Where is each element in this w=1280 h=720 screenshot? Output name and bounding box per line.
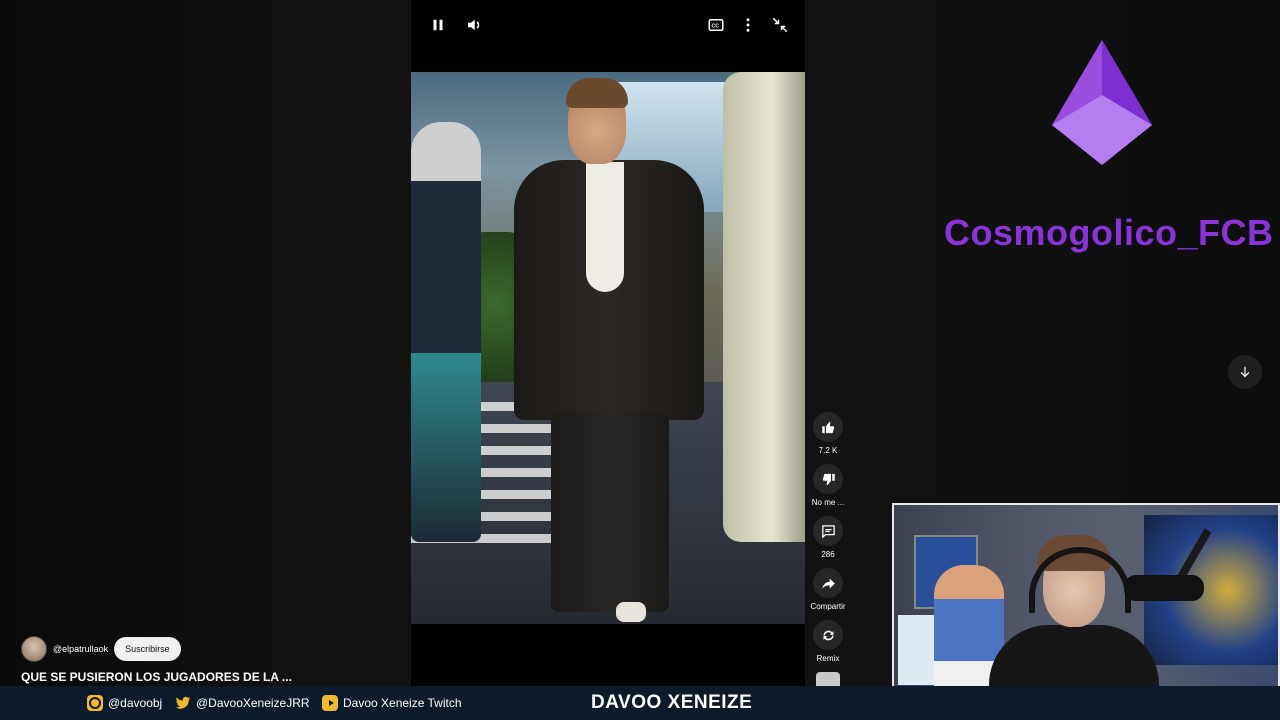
remix-action: Remix <box>808 620 848 663</box>
cosmogolico-logo-icon <box>1052 40 1152 165</box>
background-left <box>0 0 411 686</box>
twitch-group: Davoo Xeneize Twitch <box>322 686 462 720</box>
cc-icon: CC <box>708 19 724 31</box>
thumbs-up-icon <box>821 421 834 433</box>
webcam-microphone <box>1124 575 1204 601</box>
player-controls: CC <box>411 0 805 50</box>
audio-thumbnail-action <box>808 672 848 686</box>
channel-avatar[interactable] <box>21 636 47 662</box>
shorts-player[interactable]: CC <box>411 0 805 686</box>
twitter-icon <box>175 695 191 711</box>
like-action: 7.2 K <box>808 412 848 455</box>
svg-text:CC: CC <box>712 23 720 29</box>
dislike-label: No me ... <box>811 498 845 507</box>
video-van <box>723 72 805 542</box>
remix-icon <box>823 630 833 640</box>
channel-info: @elpatrullaok Suscribirse <box>21 636 181 662</box>
twitter-handle: @DavooXeneizeJRR <box>196 696 310 710</box>
more-options-button[interactable] <box>737 14 759 36</box>
comment-count: 286 <box>821 550 835 559</box>
share-label: Compartir <box>810 602 846 611</box>
share-action: Compartir <box>808 568 848 611</box>
instagram-handle: @davoobj <box>108 696 163 710</box>
exit-fullscreen-button[interactable] <box>769 14 791 36</box>
like-count: 7.2 K <box>818 446 838 455</box>
captions-button[interactable]: CC <box>705 14 727 36</box>
dislike-action: No me ... <box>808 464 848 507</box>
twitch-label: Davoo Xeneize Twitch <box>343 696 462 710</box>
share-button[interactable] <box>813 568 843 598</box>
subscribe-button[interactable]: Suscribirse <box>114 637 181 661</box>
twitter-handle-group: @DavooXeneizeJRR <box>175 686 310 720</box>
arrow-down-icon <box>1240 366 1250 378</box>
exit-fullscreen-icon <box>772 17 788 33</box>
thumbs-down-icon <box>822 473 835 485</box>
streamer-name: DAVOO XENEIZE <box>591 692 753 713</box>
youtube-icon <box>322 695 338 711</box>
video-background-person <box>411 122 481 542</box>
volume-button[interactable] <box>463 14 485 36</box>
channel-handle[interactable]: @elpatrullaok <box>53 644 108 654</box>
like-button[interactable] <box>813 412 843 442</box>
share-icon <box>821 578 835 589</box>
instagram-icon <box>87 695 103 711</box>
video-main-person <box>506 78 711 624</box>
comments-button[interactable] <box>813 516 843 546</box>
volume-icon <box>468 19 480 31</box>
audio-thumbnail[interactable] <box>816 672 840 686</box>
remix-label: Remix <box>816 654 840 663</box>
pause-button[interactable] <box>427 14 449 36</box>
remix-button[interactable] <box>813 620 843 650</box>
dislike-button[interactable] <box>813 464 843 494</box>
webcam-jersey <box>898 615 934 685</box>
short-title[interactable]: QUE SE PUSIERON LOS JUGADORES DE LA ... <box>21 670 292 684</box>
stream-bottom-bar: @davoobj @DavooXeneizeJRR Davoo Xeneize … <box>0 686 1280 720</box>
more-vert-icon <box>746 18 750 32</box>
next-short-button[interactable] <box>1228 355 1262 389</box>
comments-action: 286 <box>808 516 848 559</box>
video-frame[interactable] <box>411 72 805 624</box>
comment-icon <box>821 524 835 539</box>
pause-icon <box>433 19 443 31</box>
brand-name: Cosmogolico_FCB <box>944 212 1274 253</box>
instagram-handle-group: @davoobj <box>87 686 162 720</box>
